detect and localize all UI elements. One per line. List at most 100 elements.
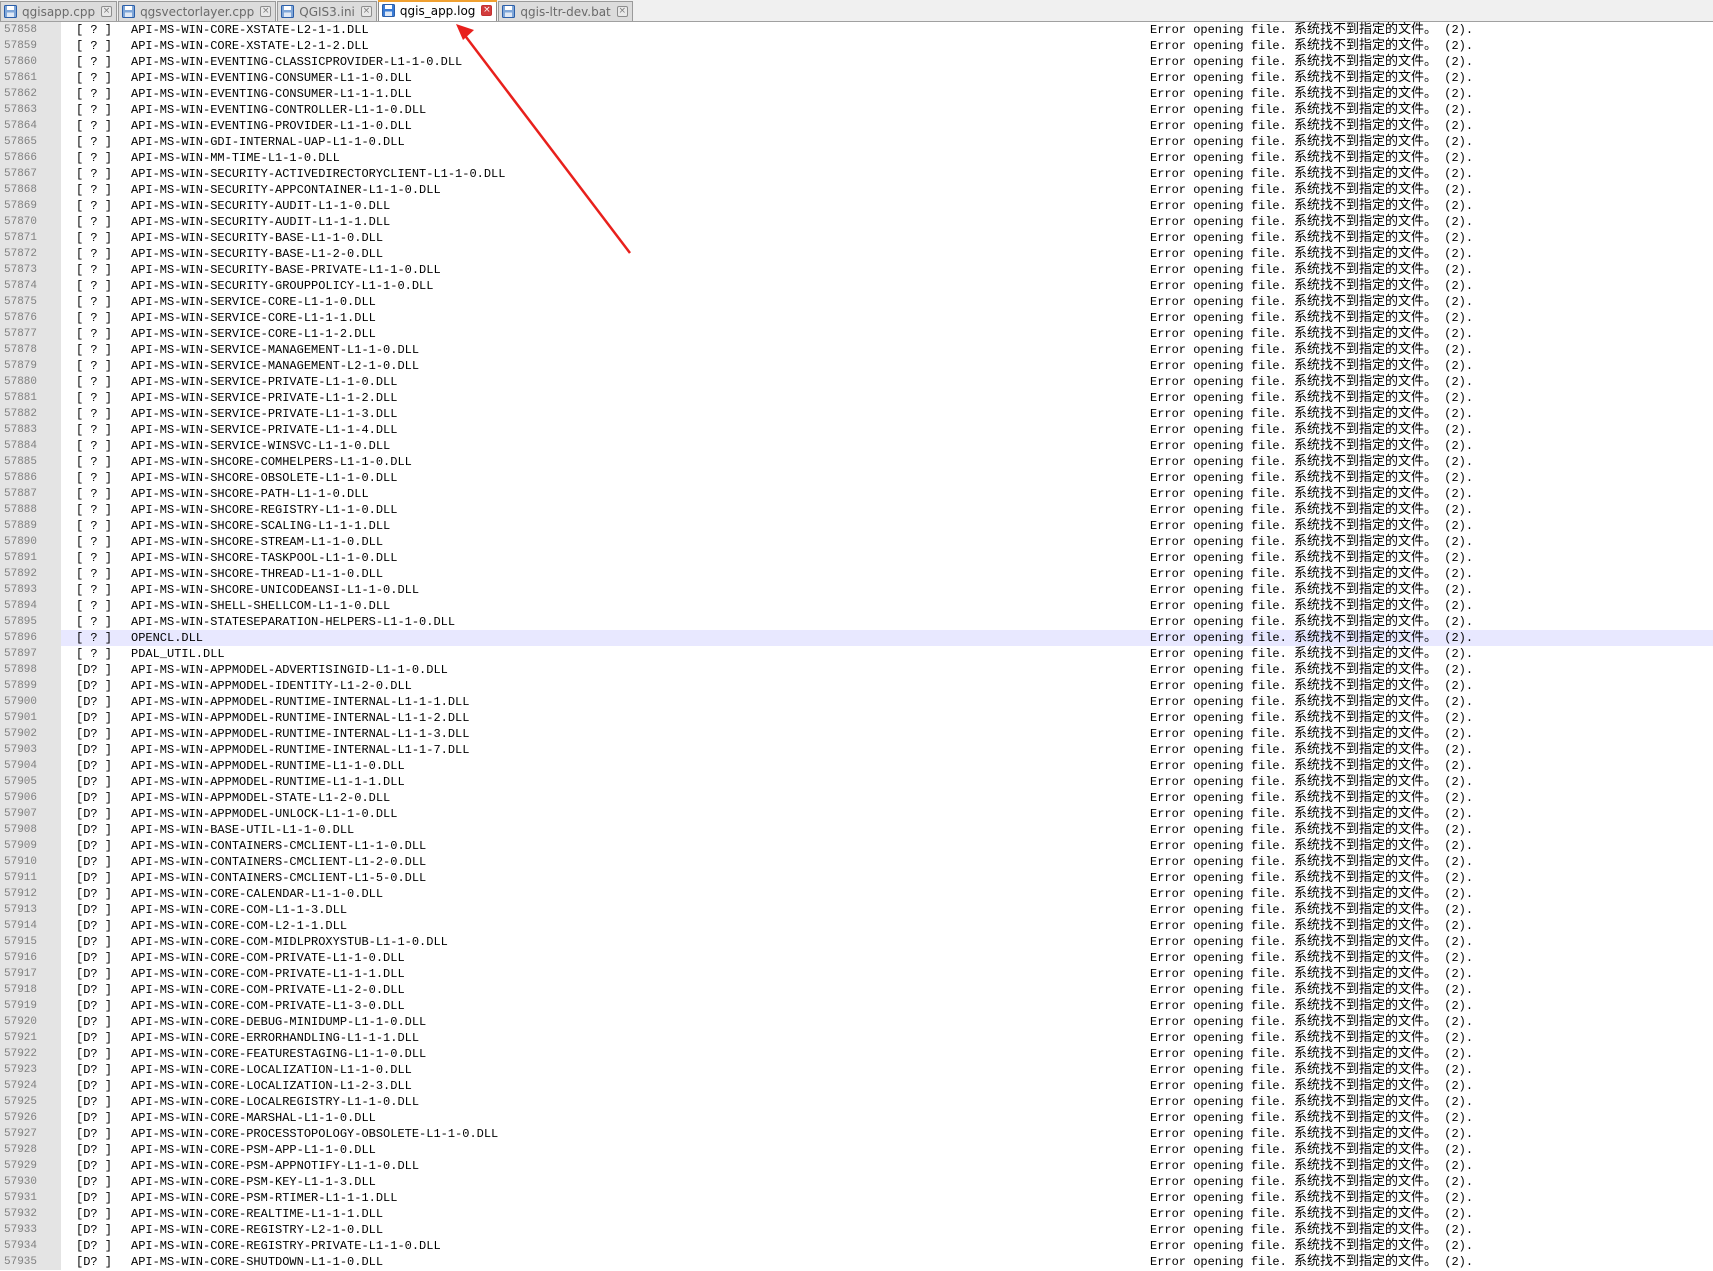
log-line[interactable]: 57875 [ ? ] API-MS-WIN-SERVICE-CORE-L1-1-0…	[0, 294, 1713, 310]
log-line[interactable]: 57934 [D? ] API-MS-WIN-CORE-REGISTRY-PRIVA…	[0, 1238, 1713, 1254]
log-line[interactable]: 57872 [ ? ] API-MS-WIN-SECURITY-BASE-L1-2-…	[0, 246, 1713, 262]
log-line[interactable]: 57902 [D? ] API-MS-WIN-APPMODEL-RUNTIME-IN…	[0, 726, 1713, 742]
log-line[interactable]: 57874 [ ? ] API-MS-WIN-SECURITY-GROUPPOLIC…	[0, 278, 1713, 294]
close-icon[interactable]: ×	[481, 5, 493, 16]
error-text: Error opening file.	[1150, 1143, 1287, 1157]
log-line[interactable]: 57879 [ ? ] API-MS-WIN-SERVICE-MANAGEMENT-…	[0, 358, 1713, 374]
log-line[interactable]: 57928 [D? ] API-MS-WIN-CORE-PSM-APP-L1-1-0…	[0, 1142, 1713, 1158]
log-line[interactable]: 57932 [D? ] API-MS-WIN-CORE-REALTIME-L1-1-…	[0, 1206, 1713, 1222]
log-line[interactable]: 57931 [D? ] API-MS-WIN-CORE-PSM-RTIMER-L1-…	[0, 1190, 1713, 1206]
log-line[interactable]: 57908 [D? ] API-MS-WIN-BASE-UTIL-L1-1-0.DL…	[0, 822, 1713, 838]
log-line[interactable]: 57895 [ ? ] API-MS-WIN-STATESEPARATION-HEL…	[0, 614, 1713, 630]
tab-qgis-app-log[interactable]: qgis_app.log ×	[377, 0, 498, 21]
close-icon[interactable]: ×	[260, 6, 272, 17]
log-line[interactable]: 57892 [ ? ] API-MS-WIN-SHCORE-THREAD-L1-1-…	[0, 566, 1713, 582]
log-line[interactable]: 57883 [ ? ] API-MS-WIN-SERVICE-PRIVATE-L1-…	[0, 422, 1713, 438]
log-line[interactable]: 57901 [D? ] API-MS-WIN-APPMODEL-RUNTIME-IN…	[0, 710, 1713, 726]
line-number: 57904	[0, 758, 61, 774]
log-line[interactable]: 57859 [ ? ] API-MS-WIN-CORE-XSTATE-L2-1-2.…	[0, 38, 1713, 54]
log-line[interactable]: 57867 [ ? ] API-MS-WIN-SECURITY-ACTIVEDIRE…	[0, 166, 1713, 182]
log-line[interactable]: 57900 [D? ] API-MS-WIN-APPMODEL-RUNTIME-IN…	[0, 694, 1713, 710]
log-line[interactable]: 57871 [ ? ] API-MS-WIN-SECURITY-BASE-L1-1-…	[0, 230, 1713, 246]
tab-qgsvectorlayer-cpp[interactable]: qgsvectorlayer.cpp ×	[118, 1, 277, 21]
log-line[interactable]: 57865 [ ? ] API-MS-WIN-GDI-INTERNAL-UAP-L1…	[0, 134, 1713, 150]
close-icon[interactable]: ×	[616, 6, 628, 17]
line-number: 57873	[0, 262, 61, 278]
log-line[interactable]: 57896 [ ? ] OPENCL.DLL Error opening file. …	[0, 630, 1713, 646]
log-line[interactable]: 57911 [D? ] API-MS-WIN-CONTAINERS-CMCLIENT…	[0, 870, 1713, 886]
log-line[interactable]: 57904 [D? ] API-MS-WIN-APPMODEL-RUNTIME-L1…	[0, 758, 1713, 774]
log-line[interactable]: 57914 [D? ] API-MS-WIN-CORE-COM-L2-1-1.DLL…	[0, 918, 1713, 934]
log-line[interactable]: 57889 [ ? ] API-MS-WIN-SHCORE-SCALING-L1-1…	[0, 518, 1713, 534]
log-line[interactable]: 57921 [D? ] API-MS-WIN-CORE-ERRORHANDLING-…	[0, 1030, 1713, 1046]
log-line[interactable]: 57885 [ ? ] API-MS-WIN-SHCORE-COMHELPERS-L…	[0, 454, 1713, 470]
log-line[interactable]: 57860 [ ? ] API-MS-WIN-EVENTING-CLASSICPRO…	[0, 54, 1713, 70]
log-line[interactable]: 57910 [D? ] API-MS-WIN-CONTAINERS-CMCLIENT…	[0, 854, 1713, 870]
log-line[interactable]: 57877 [ ? ] API-MS-WIN-SERVICE-CORE-L1-1-2…	[0, 326, 1713, 342]
log-line[interactable]: 57862 [ ? ] API-MS-WIN-EVENTING-CONSUMER-L…	[0, 86, 1713, 102]
log-tag: [D? ]	[76, 1015, 113, 1029]
log-line[interactable]: 57897 [ ? ] PDAL_UTIL.DLL Error opening fil…	[0, 646, 1713, 662]
log-line[interactable]: 57918 [D? ] API-MS-WIN-CORE-COM-PRIVATE-L1…	[0, 982, 1713, 998]
log-line[interactable]: 57929 [D? ] API-MS-WIN-CORE-PSM-APPNOTIFY-…	[0, 1158, 1713, 1174]
log-line[interactable]: 57930 [D? ] API-MS-WIN-CORE-PSM-KEY-L1-1-3…	[0, 1174, 1713, 1190]
line-number: 57879	[0, 358, 61, 374]
log-line[interactable]: 57888 [ ? ] API-MS-WIN-SHCORE-REGISTRY-L1-…	[0, 502, 1713, 518]
log-line[interactable]: 57907 [D? ] API-MS-WIN-APPMODEL-UNLOCK-L1-…	[0, 806, 1713, 822]
log-line[interactable]: 57899 [D? ] API-MS-WIN-APPMODEL-IDENTITY-L…	[0, 678, 1713, 694]
close-icon[interactable]: ×	[101, 6, 113, 17]
log-line[interactable]: 57916 [D? ] API-MS-WIN-CORE-COM-PRIVATE-L1…	[0, 950, 1713, 966]
log-line[interactable]: 57935 [D? ] API-MS-WIN-CORE-SHUTDOWN-L1-1-…	[0, 1254, 1713, 1270]
log-line[interactable]: 57926 [D? ] API-MS-WIN-CORE-MARSHAL-L1-1-0…	[0, 1110, 1713, 1126]
log-line[interactable]: 57869 [ ? ] API-MS-WIN-SECURITY-AUDIT-L1-1…	[0, 198, 1713, 214]
log-line[interactable]: 57917 [D? ] API-MS-WIN-CORE-COM-PRIVATE-L1…	[0, 966, 1713, 982]
log-line[interactable]: 57913 [D? ] API-MS-WIN-CORE-COM-L1-1-3.DLL…	[0, 902, 1713, 918]
log-line[interactable]: 57863 [ ? ] API-MS-WIN-EVENTING-CONTROLLER…	[0, 102, 1713, 118]
log-line[interactable]: 57887 [ ? ] API-MS-WIN-SHCORE-PATH-L1-1-0.…	[0, 486, 1713, 502]
log-line[interactable]: 57868 [ ? ] API-MS-WIN-SECURITY-APPCONTAIN…	[0, 182, 1713, 198]
log-line[interactable]: 57881 [ ? ] API-MS-WIN-SERVICE-PRIVATE-L1-…	[0, 390, 1713, 406]
log-line[interactable]: 57873 [ ? ] API-MS-WIN-SECURITY-BASE-PRIVA…	[0, 262, 1713, 278]
log-line[interactable]: 57884 [ ? ] API-MS-WIN-SERVICE-WINSVC-L1-1…	[0, 438, 1713, 454]
log-line[interactable]: 57882 [ ? ] API-MS-WIN-SERVICE-PRIVATE-L1-…	[0, 406, 1713, 422]
dll-name: API-MS-WIN-CORE-LOCALIZATION-L1-1-0.DLL	[131, 1063, 412, 1077]
log-line[interactable]: 57927 [D? ] API-MS-WIN-CORE-PROCESSTOPOLOG…	[0, 1126, 1713, 1142]
log-line[interactable]: 57903 [D? ] API-MS-WIN-APPMODEL-RUNTIME-IN…	[0, 742, 1713, 758]
log-line[interactable]: 57933 [D? ] API-MS-WIN-CORE-REGISTRY-L2-1-…	[0, 1222, 1713, 1238]
error-text: Error opening file.	[1150, 743, 1287, 757]
log-line[interactable]: 57925 [D? ] API-MS-WIN-CORE-LOCALREGISTRY-…	[0, 1094, 1713, 1110]
log-line[interactable]: 57893 [ ? ] API-MS-WIN-SHCORE-UNICODEANSI-…	[0, 582, 1713, 598]
log-line[interactable]: 57864 [ ? ] API-MS-WIN-EVENTING-PROVIDER-L…	[0, 118, 1713, 134]
log-line[interactable]: 57876 [ ? ] API-MS-WIN-SERVICE-CORE-L1-1-1…	[0, 310, 1713, 326]
log-line[interactable]: 57924 [D? ] API-MS-WIN-CORE-LOCALIZATION-L…	[0, 1078, 1713, 1094]
log-line[interactable]: 57898 [D? ] API-MS-WIN-APPMODEL-ADVERTISIN…	[0, 662, 1713, 678]
tab-qgis3-ini[interactable]: QGIS3.ini ×	[277, 1, 377, 21]
log-line[interactable]: 57890 [ ? ] API-MS-WIN-SHCORE-STREAM-L1-1-…	[0, 534, 1713, 550]
log-line[interactable]: 57858 [ ? ] API-MS-WIN-CORE-XSTATE-L2-1-1.…	[0, 22, 1713, 38]
log-line[interactable]: 57861 [ ? ] API-MS-WIN-EVENTING-CONSUMER-L…	[0, 70, 1713, 86]
log-line[interactable]: 57866 [ ? ] API-MS-WIN-MM-TIME-L1-1-0.DLL E…	[0, 150, 1713, 166]
log-line[interactable]: 57878 [ ? ] API-MS-WIN-SERVICE-MANAGEMENT-…	[0, 342, 1713, 358]
line-number: 57877	[0, 326, 61, 342]
log-line[interactable]: 57922 [D? ] API-MS-WIN-CORE-FEATURESTAGING…	[0, 1046, 1713, 1062]
log-line[interactable]: 57919 [D? ] API-MS-WIN-CORE-COM-PRIVATE-L1…	[0, 998, 1713, 1014]
log-line[interactable]: 57905 [D? ] API-MS-WIN-APPMODEL-RUNTIME-L1…	[0, 774, 1713, 790]
log-line[interactable]: 57894 [ ? ] API-MS-WIN-SHELL-SHELLCOM-L1-1…	[0, 598, 1713, 614]
error-code: (2).	[1444, 295, 1474, 309]
error-message: Error opening file. 系统找不到指定的文件。 (2).	[1150, 534, 1473, 550]
log-line[interactable]: 57912 [D? ] API-MS-WIN-CORE-CALENDAR-L1-1-…	[0, 886, 1713, 902]
log-line[interactable]: 57906 [D? ] API-MS-WIN-APPMODEL-STATE-L1-2…	[0, 790, 1713, 806]
close-icon[interactable]: ×	[360, 6, 372, 17]
log-line[interactable]: 57880 [ ? ] API-MS-WIN-SERVICE-PRIVATE-L1-…	[0, 374, 1713, 390]
log-editor[interactable]: 57858 [ ? ] API-MS-WIN-CORE-XSTATE-L2-1-1.…	[0, 22, 1713, 1271]
log-line[interactable]: 57920 [D? ] API-MS-WIN-CORE-DEBUG-MINIDUMP…	[0, 1014, 1713, 1030]
log-line[interactable]: 57891 [ ? ] API-MS-WIN-SHCORE-TASKPOOL-L1-…	[0, 550, 1713, 566]
line-number: 57881	[0, 390, 61, 406]
log-line[interactable]: 57915 [D? ] API-MS-WIN-CORE-COM-MIDLPROXYS…	[0, 934, 1713, 950]
log-line[interactable]: 57870 [ ? ] API-MS-WIN-SECURITY-AUDIT-L1-1…	[0, 214, 1713, 230]
tab-qgisapp-cpp[interactable]: qgisapp.cpp ×	[0, 1, 118, 21]
tab-qgis-ltr-dev-bat[interactable]: qgis-ltr-dev.bat ×	[498, 1, 633, 21]
log-line[interactable]: 57909 [D? ] API-MS-WIN-CONTAINERS-CMCLIENT…	[0, 838, 1713, 854]
log-line[interactable]: 57886 [ ? ] API-MS-WIN-SHCORE-OBSOLETE-L1-…	[0, 470, 1713, 486]
log-line[interactable]: 57923 [D? ] API-MS-WIN-CORE-LOCALIZATION-L…	[0, 1062, 1713, 1078]
